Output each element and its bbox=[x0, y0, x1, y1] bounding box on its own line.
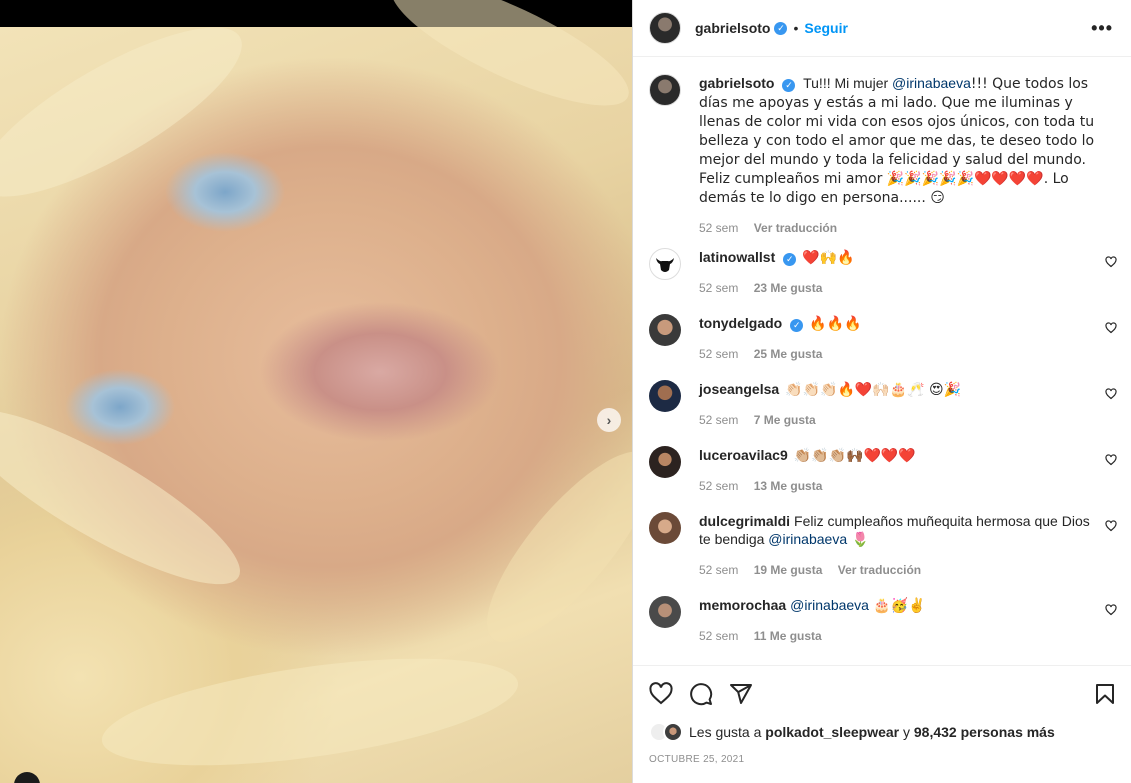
bull-logo-icon bbox=[656, 258, 674, 272]
comment-body: joseangelsa 👏🏻👏🏻👏🏻🔥❤️🙌🏻🎂🥂 😍🎉 52 sem 7 Me … bbox=[699, 380, 1099, 427]
caption-username[interactable]: gabrielsoto bbox=[699, 75, 774, 91]
comment-username[interactable]: joseangelsa bbox=[699, 381, 779, 397]
see-translation-button[interactable]: Ver traducción bbox=[754, 221, 837, 235]
comment-meta: 52 sem 23 Me gusta bbox=[699, 281, 1099, 295]
comment-text: 👏🏻👏🏻👏🏻🔥❤️🙌🏻🎂🥂 😍🎉 bbox=[785, 382, 962, 398]
comment-like-icon[interactable] bbox=[1105, 520, 1117, 532]
caption-time[interactable]: 52 sem bbox=[699, 221, 738, 235]
comment-item: luceroavilac9 👏🏼👏🏼👏🏼🙌🏾❤️❤️❤️ 52 sem 13 Me… bbox=[649, 446, 1119, 493]
comment-time[interactable]: 52 sem bbox=[699, 479, 738, 493]
comment-icon[interactable] bbox=[689, 682, 713, 706]
comment-item: dulcegrimaldi Feliz cumpleaños muñequita … bbox=[649, 512, 1119, 577]
author-username[interactable]: gabrielsoto bbox=[695, 20, 770, 36]
caption-mention[interactable]: @irinabaeva bbox=[892, 75, 971, 91]
comment-body: dulcegrimaldi Feliz cumpleaños muñequita … bbox=[699, 512, 1099, 577]
comment-avatar[interactable] bbox=[649, 380, 681, 412]
comment-like-icon[interactable] bbox=[1105, 454, 1117, 466]
caption-text-start: Tu!!! Mi mujer bbox=[803, 75, 893, 91]
comment-likes[interactable]: 13 Me gusta bbox=[754, 479, 823, 493]
post-header: gabrielsoto ✓ • Seguir ••• bbox=[633, 0, 1131, 57]
comment-text: ❤️🙌🔥 bbox=[802, 250, 855, 266]
comment-body: memorochaa @irinabaeva 🎂🥳✌️ 52 sem 11 Me … bbox=[699, 596, 1099, 643]
caption-text-end: !!! Que todos los días me apoyas y estás… bbox=[699, 76, 1095, 206]
paper-plane-icon[interactable] bbox=[729, 682, 753, 706]
author-avatar[interactable] bbox=[649, 12, 681, 44]
comments-list[interactable]: gabrielsoto ✓ Tu!!! Mi mujer @irinabaeva!… bbox=[633, 58, 1131, 665]
likes-count[interactable]: 98,432 personas más bbox=[914, 724, 1055, 740]
comment-body: luceroavilac9 👏🏼👏🏼👏🏼🙌🏾❤️❤️❤️ 52 sem 13 Me… bbox=[699, 446, 1099, 493]
comment-avatar[interactable] bbox=[649, 248, 681, 280]
author-info: gabrielsoto ✓ • Seguir bbox=[695, 20, 848, 36]
comment-mention[interactable]: @irinabaeva bbox=[768, 531, 847, 547]
post-sidebar: gabrielsoto ✓ • Seguir ••• gabrielsoto ✓ … bbox=[632, 0, 1131, 783]
verified-badge-icon: ✓ bbox=[774, 21, 788, 35]
comment-body: tonydelgado ✓ 🔥🔥🔥 52 sem 25 Me gusta bbox=[699, 314, 1099, 361]
comment-text: 👏🏼👏🏼👏🏼🙌🏾❤️❤️❤️ bbox=[793, 448, 916, 464]
heart-icon[interactable] bbox=[649, 682, 673, 706]
see-translation-button[interactable]: Ver traducción bbox=[838, 563, 921, 577]
comment-username[interactable]: dulcegrimaldi bbox=[699, 513, 790, 529]
chevron-right-icon: › bbox=[606, 412, 612, 428]
comment-like-icon[interactable] bbox=[1105, 604, 1117, 616]
verified-badge-icon: ✓ bbox=[782, 79, 796, 92]
comment-like-icon[interactable] bbox=[1105, 256, 1117, 268]
comment-meta: 52 sem 11 Me gusta bbox=[699, 629, 1099, 643]
comment-time[interactable]: 52 sem bbox=[699, 281, 738, 295]
comment-avatar[interactable] bbox=[649, 314, 681, 346]
comment-username[interactable]: memorochaa bbox=[699, 597, 786, 613]
verified-badge-icon: ✓ bbox=[783, 253, 797, 266]
bookmark-icon[interactable] bbox=[1093, 682, 1117, 706]
comment-time[interactable]: 52 sem bbox=[699, 413, 738, 427]
comment-item: tonydelgado ✓ 🔥🔥🔥 52 sem 25 Me gusta bbox=[649, 314, 1119, 361]
comment-text: 🎂🥳✌️ bbox=[868, 598, 926, 614]
comment-likes[interactable]: 19 Me gusta bbox=[754, 563, 823, 577]
comment-username[interactable]: luceroavilac9 bbox=[699, 447, 788, 463]
comment-item: memorochaa @irinabaeva 🎂🥳✌️ 52 sem 11 Me … bbox=[649, 596, 1119, 643]
post-caption: gabrielsoto ✓ Tu!!! Mi mujer @irinabaeva!… bbox=[649, 74, 1119, 235]
comment-meta: 52 sem 25 Me gusta bbox=[699, 347, 1099, 361]
comment-time[interactable]: 52 sem bbox=[699, 629, 738, 643]
caption-avatar[interactable] bbox=[649, 74, 681, 106]
comment-avatar[interactable] bbox=[649, 446, 681, 478]
comment-avatar[interactable] bbox=[649, 596, 681, 628]
comment-like-icon[interactable] bbox=[1105, 388, 1117, 400]
comment-likes[interactable]: 25 Me gusta bbox=[754, 347, 823, 361]
more-options-icon[interactable]: ••• bbox=[1091, 18, 1113, 39]
comment-item: latinowallst ✓ ❤️🙌🔥 52 sem 23 Me gusta bbox=[649, 248, 1119, 295]
comment-username[interactable]: latinowallst bbox=[699, 249, 775, 265]
comment-likes[interactable]: 23 Me gusta bbox=[754, 281, 823, 295]
comment-username[interactable]: tonydelgado bbox=[699, 315, 782, 331]
comment-meta: 52 sem 19 Me gusta Ver traducción bbox=[699, 563, 1099, 577]
caption-body: gabrielsoto ✓ Tu!!! Mi mujer @irinabaeva!… bbox=[699, 74, 1099, 235]
comment-meta: 52 sem 7 Me gusta bbox=[699, 413, 1099, 427]
post-date[interactable]: OCTUBRE 25, 2021 bbox=[649, 754, 744, 765]
post-actions: Les gusta a polkadot_sleepwear y 98,432 … bbox=[633, 665, 1131, 783]
separator-dot: • bbox=[793, 20, 799, 36]
post-photo[interactable] bbox=[0, 0, 632, 783]
verified-badge-icon: ✓ bbox=[790, 319, 804, 332]
comment-likes[interactable]: 11 Me gusta bbox=[754, 629, 822, 643]
comment-like-icon[interactable] bbox=[1105, 322, 1117, 334]
liker-username[interactable]: polkadot_sleepwear bbox=[765, 724, 899, 740]
comment-likes[interactable]: 7 Me gusta bbox=[754, 413, 816, 427]
post-media: › bbox=[0, 0, 632, 783]
comment-text: 🔥🔥🔥 bbox=[809, 316, 862, 332]
comment-text-end: 🌷 bbox=[847, 532, 869, 548]
caption-meta: 52 sem Ver traducción bbox=[699, 221, 1099, 235]
likes-text: Les gusta a polkadot_sleepwear y 98,432 … bbox=[689, 724, 1055, 740]
comment-meta: 52 sem 13 Me gusta bbox=[699, 479, 1099, 493]
follow-button[interactable]: Seguir bbox=[804, 20, 848, 36]
comment-time[interactable]: 52 sem bbox=[699, 347, 738, 361]
likes-summary[interactable]: Les gusta a polkadot_sleepwear y 98,432 … bbox=[649, 722, 1055, 742]
comment-avatar[interactable] bbox=[649, 512, 681, 544]
next-photo-button[interactable]: › bbox=[597, 408, 621, 432]
comment-time[interactable]: 52 sem bbox=[699, 563, 738, 577]
comment-item: joseangelsa 👏🏻👏🏻👏🏻🔥❤️🙌🏻🎂🥂 😍🎉 52 sem 7 Me … bbox=[649, 380, 1119, 427]
likes-mid: y bbox=[899, 724, 914, 740]
liker-avatar bbox=[663, 722, 683, 742]
comment-mention[interactable]: @irinabaeva bbox=[790, 597, 869, 613]
comment-body: latinowallst ✓ ❤️🙌🔥 52 sem 23 Me gusta bbox=[699, 248, 1099, 295]
likes-prefix: Les gusta a bbox=[689, 724, 766, 740]
